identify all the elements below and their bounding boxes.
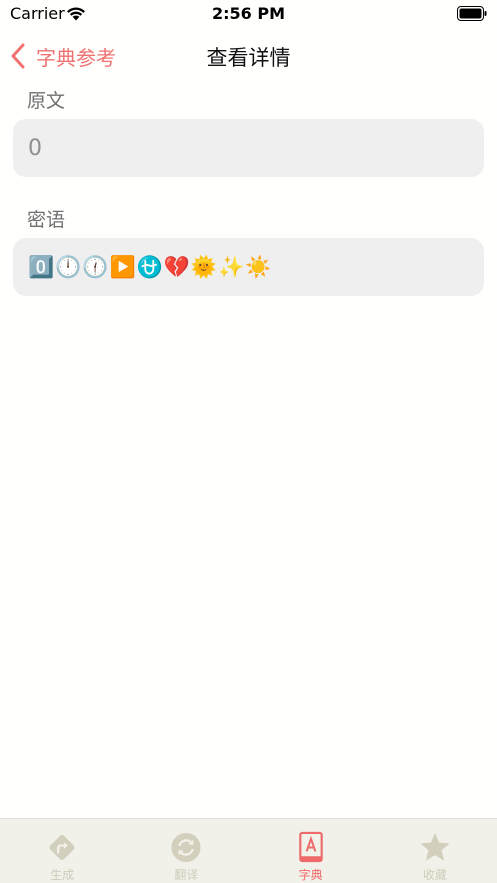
original-section-label: 原文 (27, 90, 66, 112)
direction-sign-icon (49, 834, 75, 861)
tab-translate[interactable]: 翻译 (124, 819, 248, 883)
tab-dictionary[interactable]: 字典 (249, 819, 373, 883)
status-time: 2:56 PM (211, 4, 285, 23)
battery-icon (457, 6, 487, 21)
star-icon (420, 832, 450, 861)
tab-label: 翻译 (174, 868, 199, 882)
dictionary-book-icon (298, 831, 323, 863)
tab-label: 生成 (50, 868, 75, 882)
original-text-value: 0 (28, 135, 42, 161)
page-title: 查看详情 (206, 46, 291, 70)
refresh-icon (171, 832, 201, 863)
tab-favorites[interactable]: 收藏 (373, 819, 497, 883)
navigation-bar: 字典参考 查看详情 (0, 30, 497, 82)
screen: Carrier 2:56 PM 字典参考 查看详情 原文 0 密语 0️⃣🕛🕧▶… (0, 0, 497, 883)
tab-generate[interactable]: 生成 (0, 819, 124, 883)
tab-bar: 生成 翻译 字典 收藏 (0, 818, 497, 883)
cipher-text-field[interactable]: 0️⃣🕛🕧▶️⛎💔🌞✨☀️ (13, 238, 484, 296)
tab-label: 字典 (298, 868, 323, 882)
status-bar: Carrier 2:56 PM (0, 0, 497, 30)
cipher-section-label: 密语 (27, 209, 66, 231)
tab-label: 收藏 (422, 868, 447, 882)
original-text-field[interactable]: 0 (13, 119, 484, 177)
cipher-text-value: 0️⃣🕛🕧▶️⛎💔🌞✨☀️ (28, 254, 273, 279)
